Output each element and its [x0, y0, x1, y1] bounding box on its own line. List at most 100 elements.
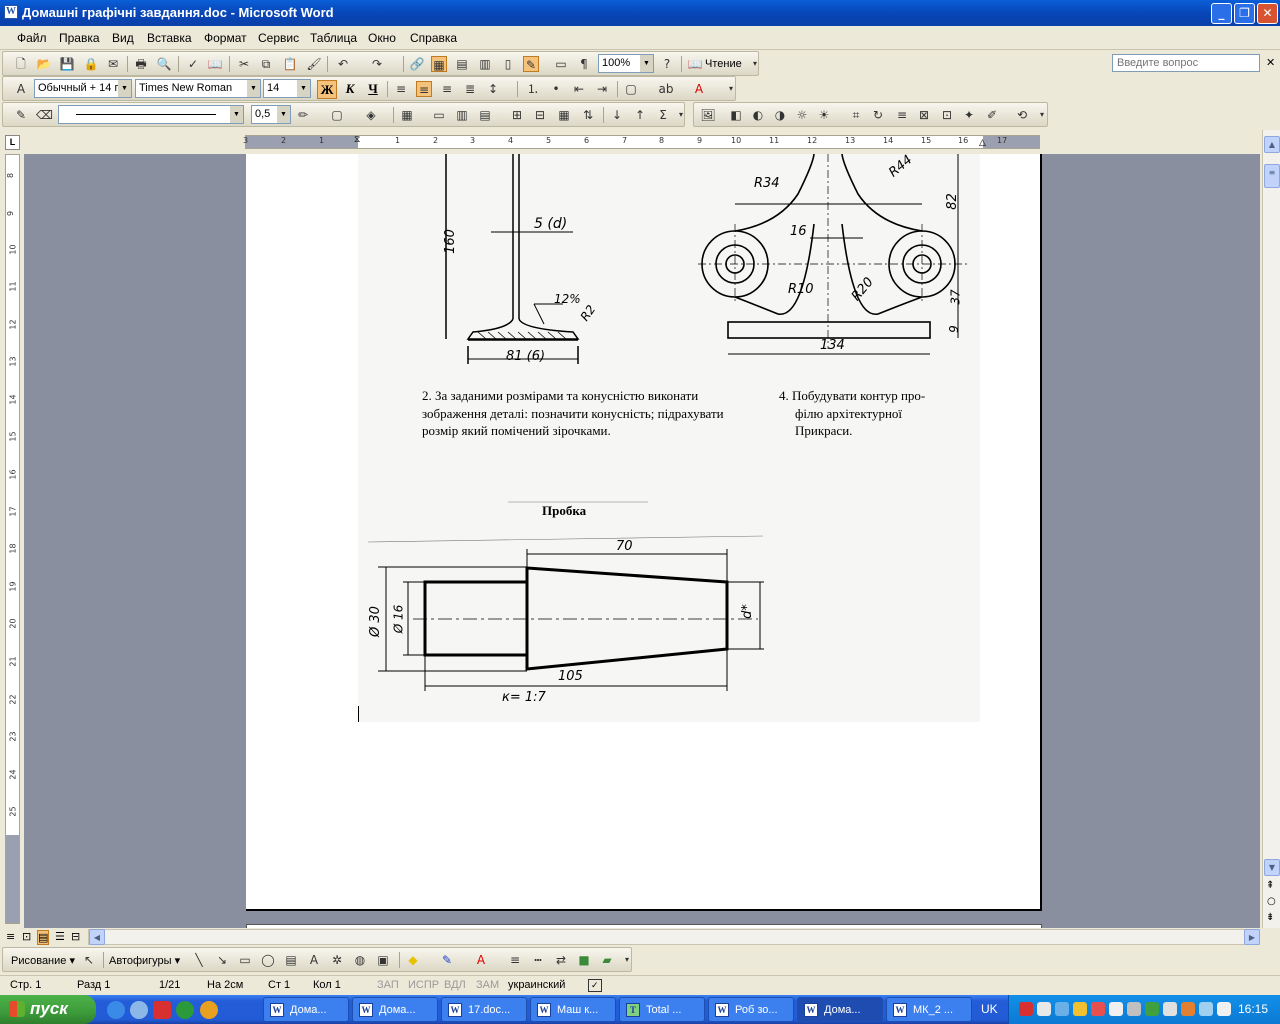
scroll-up-icon[interactable]: ▲: [1264, 136, 1280, 153]
horizontal-ruler[interactable]: 3 2 1 1 2 3 4 5 6 7 8 9 10 11 12 13 14 1…: [243, 135, 1040, 149]
tray-icon-6[interactable]: [1109, 1002, 1123, 1016]
menu-edit[interactable]: Правка: [59, 31, 100, 45]
sort-descending-icon[interactable]: ↑: [632, 107, 648, 123]
scroll-thumb[interactable]: ≡: [1264, 164, 1280, 188]
increase-indent-icon[interactable]: ⇥: [594, 81, 610, 97]
less-contrast-icon[interactable]: ◑: [772, 107, 788, 123]
menu-help[interactable]: Справка: [410, 31, 457, 45]
status-trk[interactable]: ИСПР: [408, 979, 439, 991]
maximize-button[interactable]: ❐: [1234, 3, 1255, 24]
task-word-5[interactable]: W Роб зо...: [708, 997, 794, 1022]
copy-icon[interactable]: ⧉: [258, 56, 274, 72]
decrease-indent-icon[interactable]: ⇤: [571, 81, 587, 97]
menu-format[interactable]: Формат: [204, 31, 247, 45]
right-indent-marker[interactable]: △: [979, 138, 986, 148]
clock[interactable]: 16:15: [1238, 1002, 1268, 1016]
app-icon[interactable]: [176, 1001, 194, 1019]
reading-button[interactable]: Чтение: [705, 58, 742, 70]
menu-file[interactable]: Файл: [17, 31, 47, 45]
reading-view-icon[interactable]: ⊟: [71, 930, 80, 943]
print-preview-icon[interactable]: 🔍: [156, 56, 172, 72]
spelling-icon[interactable]: ✓: [185, 56, 201, 72]
eraser-icon[interactable]: ⌫: [36, 107, 53, 123]
insert-picture-icon[interactable]: 🖼: [700, 107, 716, 123]
border-color-icon[interactable]: ✏: [295, 107, 311, 123]
highlight-icon[interactable]: ab: [658, 81, 674, 97]
show-hide-icon[interactable]: ¶: [576, 56, 592, 72]
line-style-icon[interactable]: ≡: [894, 107, 910, 123]
minimize-button[interactable]: _: [1211, 3, 1232, 24]
email-icon[interactable]: ✉: [105, 56, 121, 72]
app2-icon[interactable]: [200, 1001, 218, 1019]
acrobat-icon[interactable]: [153, 1001, 171, 1019]
task-word-4[interactable]: W Маш к...: [530, 997, 616, 1022]
format-options-icon[interactable]: ▾: [723, 81, 739, 97]
font-color-draw-icon[interactable]: A: [473, 952, 489, 968]
scroll-down-icon[interactable]: ▼: [1264, 859, 1280, 876]
diagram-icon[interactable]: ✲: [329, 952, 345, 968]
drawing-icon[interactable]: ✎: [523, 56, 539, 72]
reset-picture-icon[interactable]: ⟲: [1014, 107, 1030, 123]
autosum-icon[interactable]: Σ: [655, 107, 671, 123]
tray-icon-9[interactable]: [1163, 1002, 1177, 1016]
scroll-left-icon[interactable]: ◀: [89, 929, 105, 945]
vertical-scrollbar[interactable]: ▲ ≡ ▼ ⇞ ○ ⇟: [1262, 130, 1280, 928]
tray-icon-3[interactable]: [1055, 1002, 1069, 1016]
arrow-tool-icon[interactable]: ↘: [214, 952, 230, 968]
undo-icon[interactable]: ↶: [335, 56, 351, 72]
align-center-icon[interactable]: ≡: [416, 81, 432, 97]
status-ovr[interactable]: ЗАМ: [476, 979, 499, 991]
word-app-icon[interactable]: W: [4, 5, 18, 19]
tables-options-icon[interactable]: ▾: [673, 107, 689, 123]
autoformat-icon[interactable]: ▦: [556, 107, 572, 123]
indent-marker[interactable]: ⧖: [354, 135, 360, 145]
wordart-icon[interactable]: A: [306, 952, 322, 968]
text-direction-icon[interactable]: ⇅: [580, 107, 596, 123]
set-transparent-icon[interactable]: ✐: [984, 107, 1000, 123]
task-word-6[interactable]: W МК_2 ...: [886, 997, 972, 1022]
cut-icon[interactable]: ✂: [236, 56, 252, 72]
font-color-icon[interactable]: A: [691, 81, 707, 97]
paste-icon[interactable]: 📋: [282, 56, 298, 72]
drawing-options-icon[interactable]: ▾: [619, 952, 635, 968]
format-picture-icon[interactable]: ✦: [961, 107, 977, 123]
help-icon[interactable]: ?: [659, 56, 675, 72]
columns-icon[interactable]: ▯: [500, 56, 516, 72]
status-rec[interactable]: ЗАП: [377, 979, 399, 991]
dash-style-icon[interactable]: ┅: [530, 952, 546, 968]
tray-icon-4[interactable]: [1073, 1002, 1087, 1016]
desktop-icon[interactable]: [130, 1001, 148, 1019]
horizontal-scrollbar[interactable]: ◀ ▶: [88, 929, 1260, 945]
line-tool-icon[interactable]: ╲: [191, 952, 207, 968]
insert-table2-icon[interactable]: ▦: [399, 107, 415, 123]
toolbar-options-icon[interactable]: ▾: [747, 56, 763, 72]
merge-cells-icon[interactable]: ▭: [431, 107, 447, 123]
start-button[interactable]: пуск: [0, 995, 96, 1024]
justify-icon[interactable]: ≣: [462, 81, 478, 97]
new-document-icon[interactable]: 🗋: [13, 56, 29, 72]
align-right-icon[interactable]: ≡: [439, 81, 455, 97]
sort-ascending-icon[interactable]: ↓: [609, 107, 625, 123]
ask-question-input[interactable]: [1112, 54, 1260, 72]
distribute-columns-icon[interactable]: ⊟: [532, 107, 548, 123]
styles-icon[interactable]: A: [13, 81, 29, 97]
tray-icon-5[interactable]: [1091, 1002, 1105, 1016]
underline-button[interactable]: Ч: [363, 80, 383, 99]
spelling-status-icon[interactable]: ✓: [588, 979, 602, 992]
status-ext[interactable]: ВДЛ: [444, 979, 466, 991]
rotate-icon[interactable]: ↻: [870, 107, 886, 123]
borders-icon[interactable]: ▢: [623, 81, 639, 97]
style-select[interactable]: Обычный + 14 г ▼: [34, 79, 132, 98]
autoshapes-menu[interactable]: Автофигуры ▾: [109, 954, 180, 967]
drawing-menu[interactable]: Рисование ▾: [11, 954, 75, 967]
volume-icon[interactable]: [1181, 1002, 1195, 1016]
close-button[interactable]: ✕: [1257, 3, 1278, 24]
language-indicator[interactable]: UK: [981, 1002, 998, 1016]
menu-view[interactable]: Вид: [112, 31, 134, 45]
outline-view-icon[interactable]: ☰: [55, 930, 65, 943]
numbering-icon[interactable]: ⒈: [525, 81, 541, 97]
text-wrapping-icon[interactable]: ⊡: [939, 107, 955, 123]
task-word-3[interactable]: W 17.doc...: [441, 997, 527, 1022]
draw-table-icon[interactable]: ✎: [13, 107, 29, 123]
document-map-icon[interactable]: ▭: [553, 56, 569, 72]
